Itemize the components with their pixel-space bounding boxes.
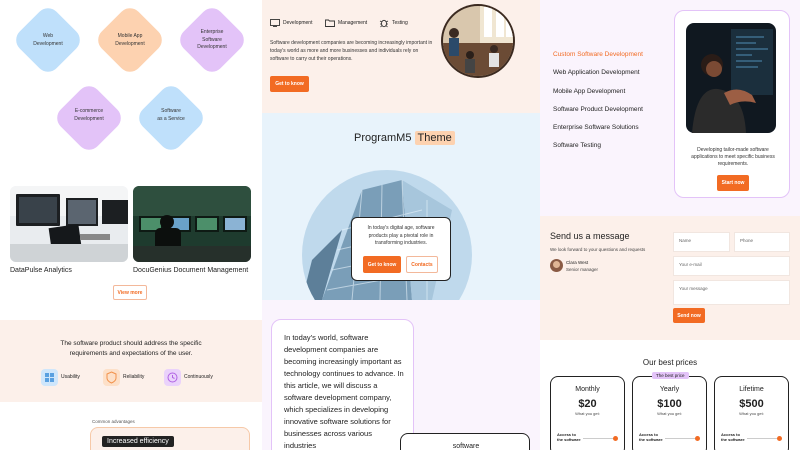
email-input[interactable]: Your e-mail [673,256,790,276]
requirements-text: The software product should address the … [60,340,202,357]
projects-section: DataPulse Analytics DocuGenius Document … [0,180,262,320]
folder-icon [325,19,335,27]
contact-person-name: Clara West [566,260,589,265]
feature-line [583,438,615,439]
hero-contacts-button[interactable]: Contacts [406,256,438,273]
article-section: In today's world, software development c… [262,300,540,450]
feature-label: Usability [61,374,80,380]
plan-feature: Access to the software [557,432,581,442]
article-card: In today's world, software development c… [271,319,414,450]
hero-get-to-know-button[interactable]: Get to know [363,256,401,273]
contact-section: Send us a message We look forward to you… [540,216,800,340]
hero-title-highlight: Theme [414,131,455,145]
price-card-lifetime[interactable]: Lifetime $500 What you get: Access to th… [714,376,789,450]
phone-input[interactable]: Phone [734,232,790,252]
project-title: DataPulse Analytics [10,267,72,274]
plan-feature: Access to the software [639,432,663,442]
contact-person-role: Senior manager [566,267,599,272]
plan-get-label: What you get: [739,411,764,416]
contact-subtitle: We look forward to your questions and re… [550,247,646,252]
feature-dot [777,436,782,441]
service-menu-item-custom[interactable]: Custom Software Development [553,51,643,58]
start-now-button[interactable]: Start now [717,175,749,191]
view-more-button[interactable]: View more [113,285,147,300]
tab-label: Development [283,20,313,26]
project-image [10,186,128,262]
service-menu-section: Custom Software Development Web Applicat… [540,0,800,216]
hero-title-plain: ProgramM5 [354,132,412,144]
bug-icon [379,19,389,28]
best-price-badge: The best price [652,372,689,379]
plan-name: Monthly [575,386,600,393]
advantages-label: Common advantages [92,419,135,424]
article-chip-label: software [452,443,480,450]
feature-dot [695,436,700,441]
tab-label: Management [338,20,368,26]
office-photo [441,4,515,78]
service-menu-item-web-app[interactable]: Web Application Development [553,69,640,76]
pricing-title: Our best prices [642,358,698,367]
advantages-badge: Increased efficiency [102,436,174,447]
hero-title: ProgramM5 Theme [354,131,455,145]
plan-price: $100 [657,398,682,410]
feature-line [665,438,697,439]
developer-photo [686,23,776,133]
plan-price: $20 [578,398,597,410]
avatar [550,259,563,272]
project-card-datapulse[interactable]: DataPulse Analytics [10,186,128,274]
service-menu-item-enterprise[interactable]: Enterprise Software Solutions [553,124,639,131]
contact-title: Send us a message [550,231,630,241]
message-input[interactable]: Your message [673,280,790,305]
plan-price: $500 [739,398,764,410]
article-body: In today's world, software development c… [284,333,404,450]
tab-label: Testing [392,20,408,26]
hero-card: In today's digital age, software product… [351,217,451,281]
price-card-yearly[interactable]: Yearly $100 What you get: Access to the … [632,376,707,450]
plan-get-label: What you get: [575,411,600,416]
plan-name: Lifetime [739,386,764,393]
diamond-label: E-commerce Development [74,108,104,122]
get-to-know-button[interactable]: Get to know [270,76,309,92]
project-title: DocuGenius Document Management [133,267,249,274]
service-menu-item-testing[interactable]: Software Testing [553,142,601,149]
service-card-text: Developing tailor-made software applicat… [691,147,775,167]
service-card: Developing tailor-made software applicat… [674,10,790,198]
project-image [133,186,251,262]
intro-section: Development Management Testing Software … [262,0,540,113]
intro-body: Software development companies are becom… [270,40,433,62]
article-chip: software [400,433,530,450]
feature-line [747,438,779,439]
feature-dot [613,436,618,441]
diamond-label: Mobile App Development [115,33,145,47]
diamond-label: Web Development [33,33,63,47]
service-menu-item-mobile[interactable]: Mobile App Development [553,88,625,95]
name-input[interactable]: Name [673,232,730,252]
avatar-face [553,261,560,268]
shield-icon [103,369,120,386]
requirements-section: The software product should address the … [0,320,262,402]
diamond-label: Software as a Service [157,108,185,122]
send-now-button[interactable]: Send now [673,308,705,323]
hero-card-text: In today's digital age, software product… [367,225,435,246]
hero-section: ProgramM5 Theme In today's digital age, … [262,113,540,300]
project-card-docugenius[interactable]: DocuGenius Document Management [133,186,251,274]
service-menu-item-product[interactable]: Software Product Development [553,106,643,113]
diamond-label: Enterprise Software Development [197,29,227,50]
plan-name: Yearly [659,386,680,393]
plan-get-label: What you get: [657,411,682,416]
plan-feature: Access to the software [721,432,745,442]
advantages-section: Common advantages Increased efficiency [0,402,262,450]
feature-label: Continuously [184,374,213,380]
clock-icon [164,369,181,386]
price-card-monthly[interactable]: Monthly $20 What you get: Access to the … [550,376,625,450]
monitor-icon [270,19,280,27]
feature-label: Reliability [123,374,145,380]
services-diagram-section: Web Development Mobile App Development E… [0,0,262,180]
usability-icon [41,369,58,386]
